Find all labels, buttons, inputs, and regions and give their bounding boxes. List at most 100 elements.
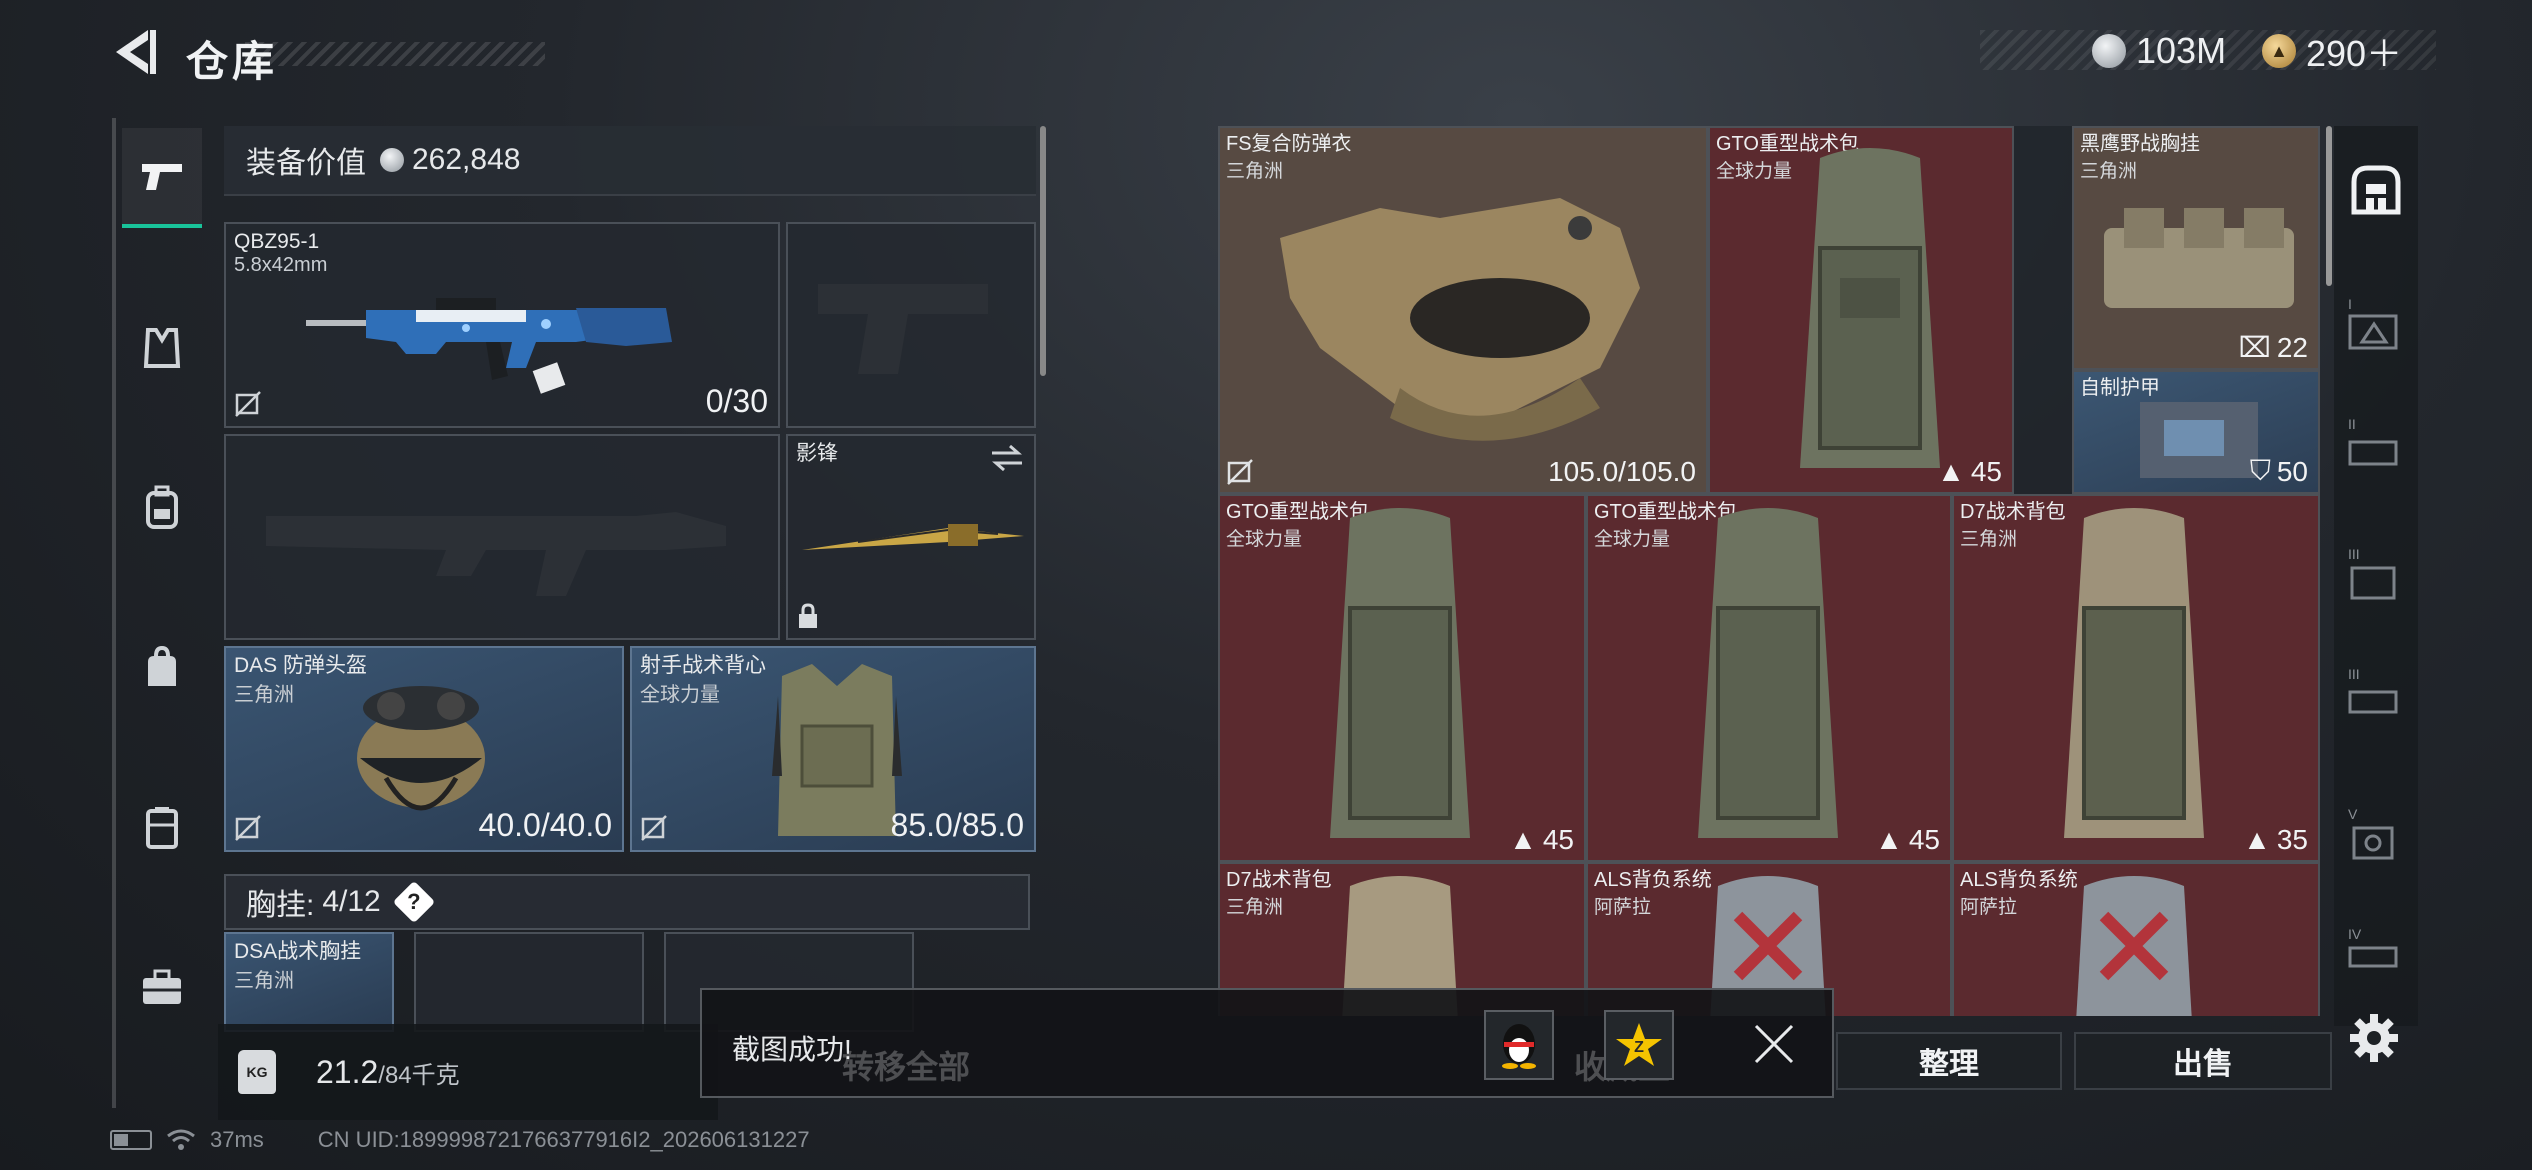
bag-icon [148, 646, 176, 686]
rack-icon [2348, 946, 2398, 968]
tab-label: III [2348, 666, 2360, 682]
vest-slot[interactable]: 射手战术背心 全球力量 85.0/85.0 [630, 646, 1036, 852]
item-brand: 三角洲 [1226, 897, 1284, 918]
item-durability: 105.0/105.0 [1548, 456, 1696, 487]
sidearm-slot[interactable] [786, 222, 1036, 428]
settings-gear-icon[interactable] [2346, 1010, 2402, 1066]
storage-tabs-rail: I II III III V IV [2334, 126, 2418, 1026]
item-armor: ⛉ 50 [2249, 455, 2308, 487]
back-arrow-icon[interactable] [110, 26, 160, 78]
rifle-rack-icon [2348, 440, 2398, 466]
no-insure-icon [1227, 459, 1253, 485]
equipment-panel: 装备价值 262,848 QBZ95-1 5.8x42mm 0/30 影锋 DA… [224, 126, 1036, 1116]
storage-home-icon[interactable] [2348, 162, 2404, 218]
storage-tab-1[interactable]: I [2348, 296, 2404, 352]
makeshift-armor-image [2140, 402, 2258, 478]
currency-gold[interactable]: ▲ 290＋ [2262, 28, 2402, 74]
storage-scrollbar[interactable] [2326, 126, 2332, 286]
vest-name: 射手战术背心 [640, 654, 766, 677]
sell-button[interactable]: 出售 [2074, 1032, 2332, 1090]
item-name: 黑鹰野战胸挂 [2080, 133, 2200, 155]
sidebar-item-case[interactable] [122, 938, 202, 1038]
primary-weapon-slot[interactable]: QBZ95-1 5.8x42mm 0/30 [224, 222, 780, 428]
storage-item[interactable]: 自制护甲 ⛉ 50 [2072, 370, 2320, 494]
lock-icon [799, 603, 817, 628]
storage-item[interactable]: GTO重型战术包 全球力量 ▲ 45 [1586, 494, 1952, 862]
chest-rig-slot[interactable]: DSA战术胸挂 三角洲 [224, 932, 394, 1032]
sidebar-item-container[interactable] [122, 778, 202, 878]
item-name: FS复合防弹衣 [1226, 133, 1352, 155]
sort-button[interactable]: 整理 [1836, 1032, 2062, 1090]
qzone-star-icon: Z [1616, 1023, 1662, 1066]
backpack-image [1698, 508, 1838, 838]
vest-small-icon: ⌧ [2238, 332, 2271, 363]
storage-item[interactable]: GTO重型战术包 全球力量 ▲ 45 [1218, 494, 1586, 862]
storage-item[interactable]: GTO重型战术包 全球力量 ▲ 45 [1708, 126, 2014, 494]
vest-durability: 85.0/85.0 [890, 807, 1024, 843]
close-icon[interactable] [1752, 1022, 1796, 1066]
sidebar-item-bag[interactable] [122, 618, 202, 718]
currency-gold-value: 290＋ [2306, 33, 2403, 74]
secondary-weapon-slot[interactable] [224, 434, 780, 640]
storage-tab-6[interactable]: IV [2348, 926, 2404, 982]
top-bar: 仓库 103M ▲ 290＋ [0, 0, 2532, 110]
no-insure-icon [235, 391, 261, 417]
body-armor-image [1280, 198, 1640, 441]
sidebar-item-backpack[interactable] [122, 458, 202, 558]
item-capacity: ▲ 35 [2243, 824, 2308, 855]
chest-rig-name: DSA战术胸挂 [234, 940, 362, 963]
storage-tab-5[interactable]: V [2348, 806, 2404, 862]
helmet-durability: 40.0/40.0 [478, 807, 612, 843]
currency-silver[interactable]: 103M [2092, 28, 2226, 74]
currency-silver-value: 103M [2136, 30, 2227, 71]
primary-weapon-ammo: 0/30 [705, 383, 768, 419]
tab-label: II [2348, 416, 2356, 432]
helmet-slot[interactable]: DAS 防弹头盔 三角洲 40.0/40.0 [224, 646, 624, 852]
item-name: D7战术背包 [1226, 869, 1332, 891]
chest-rig-label: 胸挂: [246, 889, 315, 922]
blade-image [802, 524, 1024, 550]
helmet-image [357, 686, 485, 811]
primary-weapon-name: QBZ95-1 [234, 230, 320, 253]
chest-rig-bar: 胸挂: 4/12 ? [224, 874, 1030, 930]
help-icon[interactable]: ? [392, 880, 435, 924]
battery-icon [110, 1130, 152, 1150]
storage-item[interactable]: ALS背负系统 阿萨拉 [1952, 862, 2320, 1016]
weight-current: 21.2 [316, 1053, 379, 1090]
sidebar-item-armor[interactable] [122, 298, 202, 398]
helmet-brand: 三角洲 [234, 684, 294, 706]
storage-item[interactable]: FS复合防弹衣 三角洲 105.0/105.0 [1218, 126, 1708, 494]
storage-tab-3[interactable]: III [2348, 546, 2404, 602]
equipment-scrollbar[interactable] [1040, 126, 1046, 376]
cabinet-icon [2350, 566, 2396, 600]
qq-penguin-icon [1502, 1024, 1536, 1069]
storage-item[interactable]: D7战术背包 三角洲 ▲ 35 [1952, 494, 2320, 862]
swap-icon[interactable] [990, 444, 1024, 472]
status-bar: 37ms CN UID:1899998721766377916I2_202606… [110, 1120, 810, 1160]
sidebar-item-weapons[interactable] [122, 128, 202, 228]
weight-bar: KG 21.2 /84千克 [218, 1024, 718, 1120]
storage-tab-4[interactable]: III [2348, 666, 2404, 722]
item-capacity: ▲ 45 [1875, 824, 1940, 855]
chest-rig-empty-slot[interactable] [414, 932, 644, 1032]
storage-tab-2[interactable]: II [2348, 416, 2404, 472]
shield-icon: ⛉ [2249, 455, 2271, 486]
share-qq-button[interactable] [1484, 1010, 1554, 1080]
weight-icon: KG [238, 1050, 276, 1094]
toast-message: 截图成功! [732, 1034, 852, 1065]
shelf-icon [2348, 314, 2398, 350]
transfer-all-button[interactable]: 转移全部 [842, 1042, 970, 1088]
item-capacity: ⌧ 22 [2238, 331, 2308, 364]
user-uid: CN UID:1899998721766377916I2_20260613122… [317, 1127, 810, 1152]
item-capacity: ▲ 45 [1937, 456, 2002, 487]
melee-slot[interactable]: 影锋 [786, 434, 1036, 640]
item-name: D7战术背包 [1960, 501, 2066, 523]
storage-item[interactable]: 黑鹰野战胸挂 三角洲 ⌧ 22 [2072, 126, 2320, 370]
item-brand: 阿萨拉 [1960, 897, 2018, 918]
no-insure-icon [641, 815, 667, 841]
weight-max: /84千克 [378, 1061, 460, 1089]
briefcase-icon [143, 969, 181, 1004]
share-qzone-button[interactable]: Z [1604, 1010, 1674, 1080]
capacity-icon: ▲ [1937, 456, 1965, 487]
item-brand: 三角洲 [2080, 161, 2138, 182]
